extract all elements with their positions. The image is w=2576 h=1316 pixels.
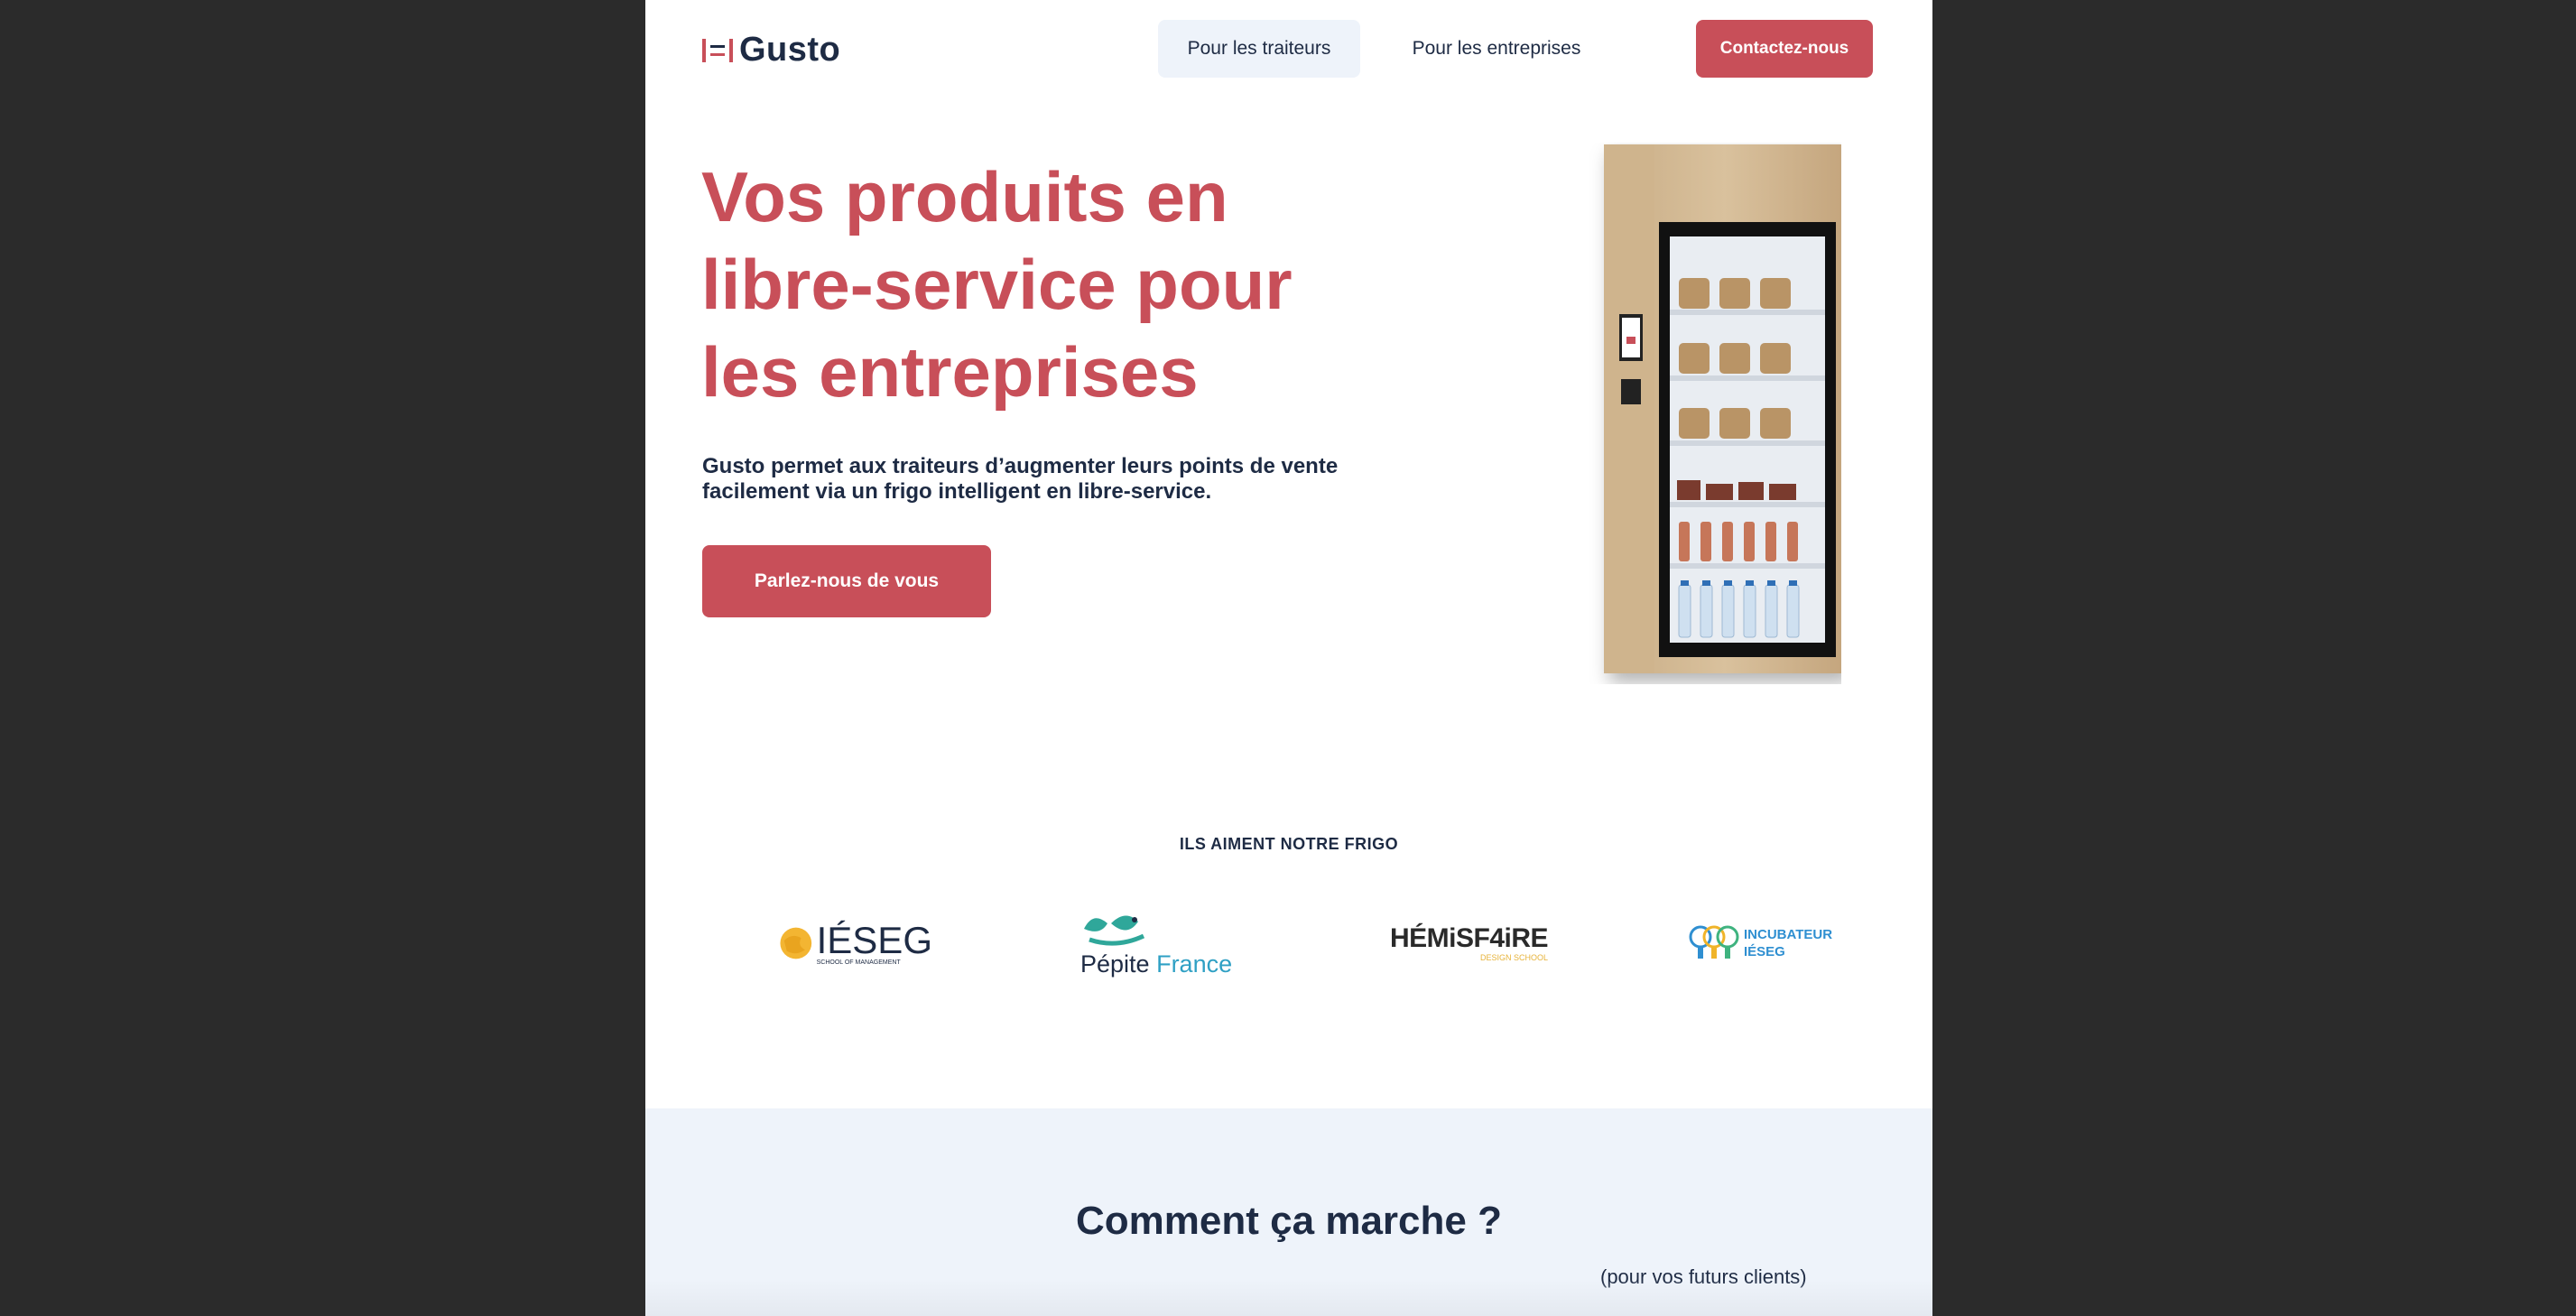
pepite-france-logo: Pépite France xyxy=(1080,894,1243,993)
hemisf4ire-tagline: DESIGN SCHOOL xyxy=(1480,952,1549,962)
incubateur-ieseg-logo: INCUBATEUR IÉSEG xyxy=(1688,894,1841,993)
ieseg-globe-icon xyxy=(780,927,812,959)
pepite-word2: France xyxy=(1156,950,1233,978)
smart-fridge-image xyxy=(1589,143,1846,684)
partners-heading: ILS AIMENT NOTRE FRIGO xyxy=(1179,835,1399,853)
brand-name: Gusto xyxy=(739,31,841,69)
hemisf4ire-logo: HÉMiSF4iRE DESIGN SCHOOL xyxy=(1390,894,1549,993)
talk-to-us-button[interactable]: Parlez-nous de vous xyxy=(702,545,991,617)
how-it-works-title: Comment ça marche ? xyxy=(1076,1199,1502,1243)
nav-pour-les-entreprises[interactable]: Pour les entreprises xyxy=(1393,20,1600,78)
ieseg-logo: IÉSEG SCHOOL OF MANAGEMENT xyxy=(779,894,932,993)
hero-title: Vos produits en libre-service pour les e… xyxy=(701,157,1293,412)
incubateur-line1: INCUBATEUR xyxy=(1744,927,1833,942)
pepite-birds-icon xyxy=(1084,914,1145,946)
lightbulbs-icon xyxy=(1689,925,1739,959)
gusto-logo-mark-icon xyxy=(702,38,733,62)
contact-button[interactable]: Contactez-nous xyxy=(1696,20,1873,78)
incubateur-line2: IÉSEG xyxy=(1744,944,1785,959)
section-fade xyxy=(645,1280,1932,1316)
nav-pour-les-traiteurs[interactable]: Pour les traiteurs xyxy=(1158,20,1360,78)
gusto-logo[interactable]: Gusto xyxy=(701,31,840,70)
hero-subtitle: Gusto permet aux traiteurs d’augmenter l… xyxy=(702,454,1339,504)
ieseg-name: IÉSEG xyxy=(816,918,932,961)
how-it-works-section: Comment ça marche ? (pour vos futurs cli… xyxy=(645,1108,1932,1316)
page: Gusto Pour les traiteurs Pour les entrep… xyxy=(645,0,1932,1316)
pepite-word1: Pépite xyxy=(1080,950,1150,978)
hemisf4ire-name: HÉMiSF4iRE xyxy=(1390,922,1549,953)
